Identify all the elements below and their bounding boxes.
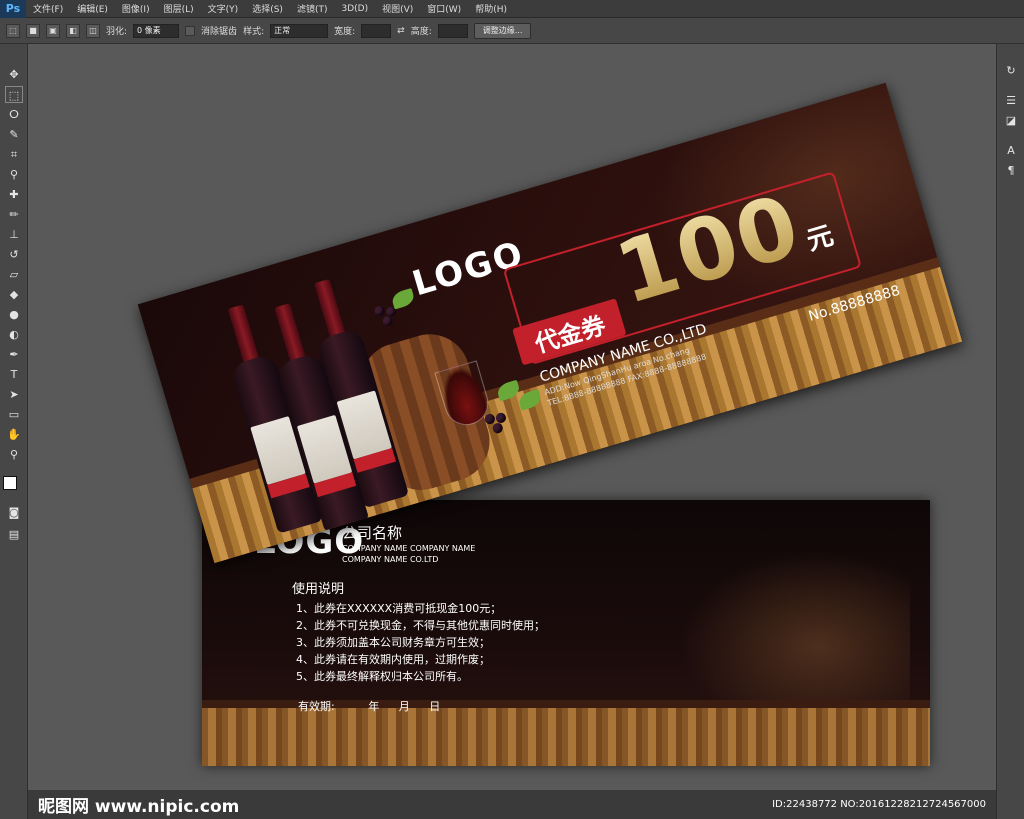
menu-select[interactable]: 选择(S) [245,2,290,15]
paragraph-panel-icon[interactable]: ¶ [1002,162,1020,179]
hand-tool-icon[interactable]: ✋ [5,426,23,443]
style-select[interactable]: 正常 [270,23,329,38]
right-panel-dock: ↻ ☰ ◪ A ¶ [996,44,1024,819]
menu-help[interactable]: 帮助(H) [468,2,514,15]
move-tool-icon[interactable]: ✥ [5,66,23,83]
menu-file[interactable]: 文件(F) [26,2,70,15]
company-name-line-2: COMPANY NAME CO.LTD [342,555,439,564]
height-input[interactable] [437,23,468,38]
wine-barrels-image [680,550,910,710]
eyedropper-tool-icon[interactable]: ⚲ [5,166,23,183]
menu-image[interactable]: 图像(I) [115,2,157,15]
subtract-selection-icon[interactable]: ◧ [66,23,80,38]
vine-leaf-image [390,287,416,310]
crop-tool-icon[interactable]: ⌗ [5,146,23,163]
menu-filter[interactable]: 滤镜(T) [290,2,335,15]
foreground-color-swatch[interactable] [3,476,17,490]
menu-3d[interactable]: 3D(D) [334,4,375,14]
brush-tool-icon[interactable]: ✏ [5,206,23,223]
left-toolbox: ✥ ⬚ ⵔ ✎ ⌗ ⚲ ✚ ✏ ⊥ ↺ ▱ ◆ ● ◐ ✒ T ➤ ▭ ✋ ⚲ … [0,44,28,819]
add-selection-icon[interactable]: ▣ [46,23,60,38]
menu-bar: Ps 文件(F) 编辑(E) 图像(I) 图层(L) 文字(Y) 选择(S) 滤… [0,0,1024,18]
options-bar: ⬚ ■ ▣ ◧ ◫ 羽化: 0 像素 消除锯齿 样式: 正常 宽度: ⇄ 高度:… [0,18,1024,44]
width-input[interactable] [361,23,392,38]
nipic-brand: 昵图网 www.nipic.com [38,797,240,817]
refine-edge-button[interactable]: 调整边缘... [473,22,532,39]
intersect-selection-icon[interactable]: ◫ [86,23,100,38]
shape-tool-icon[interactable]: ▭ [5,406,23,423]
antialias-label: 消除锯齿 [201,27,238,37]
company-name-line-1: COMPANY NAME COMPANY NAME [342,544,476,553]
type-tool-icon[interactable]: T [5,366,23,383]
properties-panel-icon[interactable]: ☰ [1002,92,1020,109]
instruction-item: 2、此券不可兑换现金，不得与其他优惠同时使用； [296,619,545,632]
image-id-watermark: ID:22438772 NO:20161228212724567000 [772,799,986,810]
validity-month: 月 [398,700,410,713]
menu-type[interactable]: 文字(Y) [201,2,246,15]
antialias-checkbox[interactable] [185,25,196,36]
grape-image [373,304,386,318]
screen-mode-icon[interactable]: ▤ [5,526,23,543]
menu-view[interactable]: 视图(V) [375,2,420,15]
menu-layer[interactable]: 图层(L) [157,2,201,15]
healing-brush-tool-icon[interactable]: ✚ [5,186,23,203]
instructions-title: 使用说明 [292,582,345,597]
adjust-panel-icon[interactable]: ◪ [1002,112,1020,129]
pen-tool-icon[interactable]: ✒ [5,346,23,363]
dodge-tool-icon[interactable]: ◐ [5,326,23,343]
company-name-cn: 公司名称 [342,524,403,542]
lasso-tool-icon[interactable]: ⵔ [5,106,23,123]
marquee-tool-preset-icon[interactable]: ⬚ [6,23,20,38]
instruction-item: 3、此券须加盖本公司财务章方可生效； [296,636,490,649]
eraser-tool-icon[interactable]: ▱ [5,266,23,283]
swap-icon[interactable]: ⇄ [397,26,405,36]
character-panel-icon[interactable]: A [1002,142,1020,159]
watermark-footer: 昵图网 www.nipic.com ID:22438772 NO:2016122… [28,790,996,819]
quick-selection-tool-icon[interactable]: ✎ [5,126,23,143]
validity-day: 日 [429,700,441,713]
blur-tool-icon[interactable]: ● [5,306,23,323]
instruction-item: 5、此券最终解释权归本公司所有。 [296,670,468,683]
validity-year: 年 [368,700,380,713]
new-selection-icon[interactable]: ■ [26,23,40,38]
rectangular-marquee-tool-icon[interactable]: ⬚ [5,86,23,103]
paint-bucket-tool-icon[interactable]: ◆ [5,286,23,303]
history-brush-tool-icon[interactable]: ↺ [5,246,23,263]
style-label: 样式: [243,27,265,37]
voucher-back: LOGO 公司名称 COMPANY NAME COMPANY NAME COMP… [202,500,930,766]
menu-edit[interactable]: 编辑(E) [70,2,115,15]
feather-input[interactable]: 0 像素 [133,23,180,38]
validity-line: 有效期: 年 月 日 [298,698,440,714]
quick-mask-icon[interactable]: ◙ [5,504,23,521]
validity-label: 有效期: [298,700,335,713]
width-label: 宽度: [334,27,356,37]
path-selection-tool-icon[interactable]: ➤ [5,386,23,403]
menu-window[interactable]: 窗口(W) [420,2,468,15]
feather-label: 羽化: [106,27,128,37]
clone-stamp-tool-icon[interactable]: ⊥ [5,226,23,243]
instruction-item: 4、此券请在有效期内使用，过期作废； [296,653,490,666]
zoom-tool-icon[interactable]: ⚲ [5,446,23,463]
history-panel-icon[interactable]: ↻ [1002,62,1020,79]
instruction-item: 1、此券在XXXXXX消费可抵现金100元； [296,602,502,615]
wood-table-image [202,708,930,766]
grape-image [381,314,394,328]
photoshop-app-icon[interactable]: Ps [0,0,26,18]
height-label: 高度: [410,27,432,37]
